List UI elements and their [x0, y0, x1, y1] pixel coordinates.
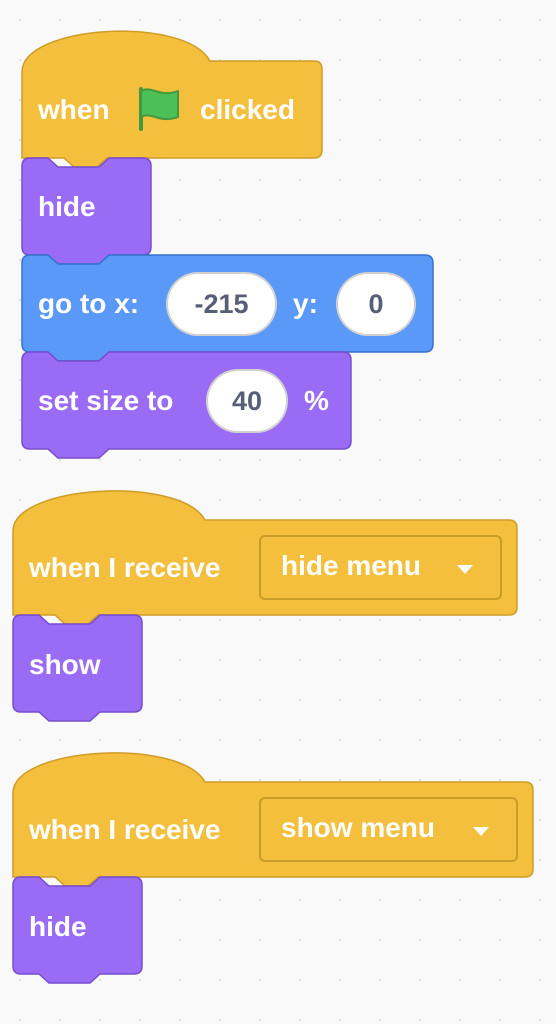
message-dropdown-value: hide menu: [281, 550, 422, 581]
dropdown-arrow-icon-2: [473, 827, 489, 836]
message-dropdown-show-menu[interactable]: show menu: [259, 797, 518, 862]
scripts-canvas: [12, 30, 534, 984]
when-i-receive-label: when I receive: [29, 552, 221, 583]
show-label: show: [29, 649, 101, 680]
go-to-x-label: go to x:: [38, 288, 140, 319]
message-dropdown-hide-menu[interactable]: hide menu: [259, 535, 502, 600]
x-input[interactable]: -215: [166, 272, 277, 336]
clicked-label: clicked: [200, 94, 295, 125]
size-input[interactable]: 40: [206, 369, 288, 433]
dropdown-arrow-icon: [457, 565, 473, 574]
y-label: y:: [293, 288, 318, 319]
when-i-receive-label-2: when I receive: [29, 814, 221, 845]
hide-label: hide: [38, 191, 96, 222]
set-size-label: set size to: [38, 385, 174, 416]
message-dropdown-value-2: show menu: [281, 812, 436, 843]
percent-label: %: [304, 385, 329, 416]
y-input[interactable]: 0: [336, 272, 416, 336]
hide-label-2: hide: [29, 911, 87, 942]
when-label: when: [38, 94, 110, 125]
